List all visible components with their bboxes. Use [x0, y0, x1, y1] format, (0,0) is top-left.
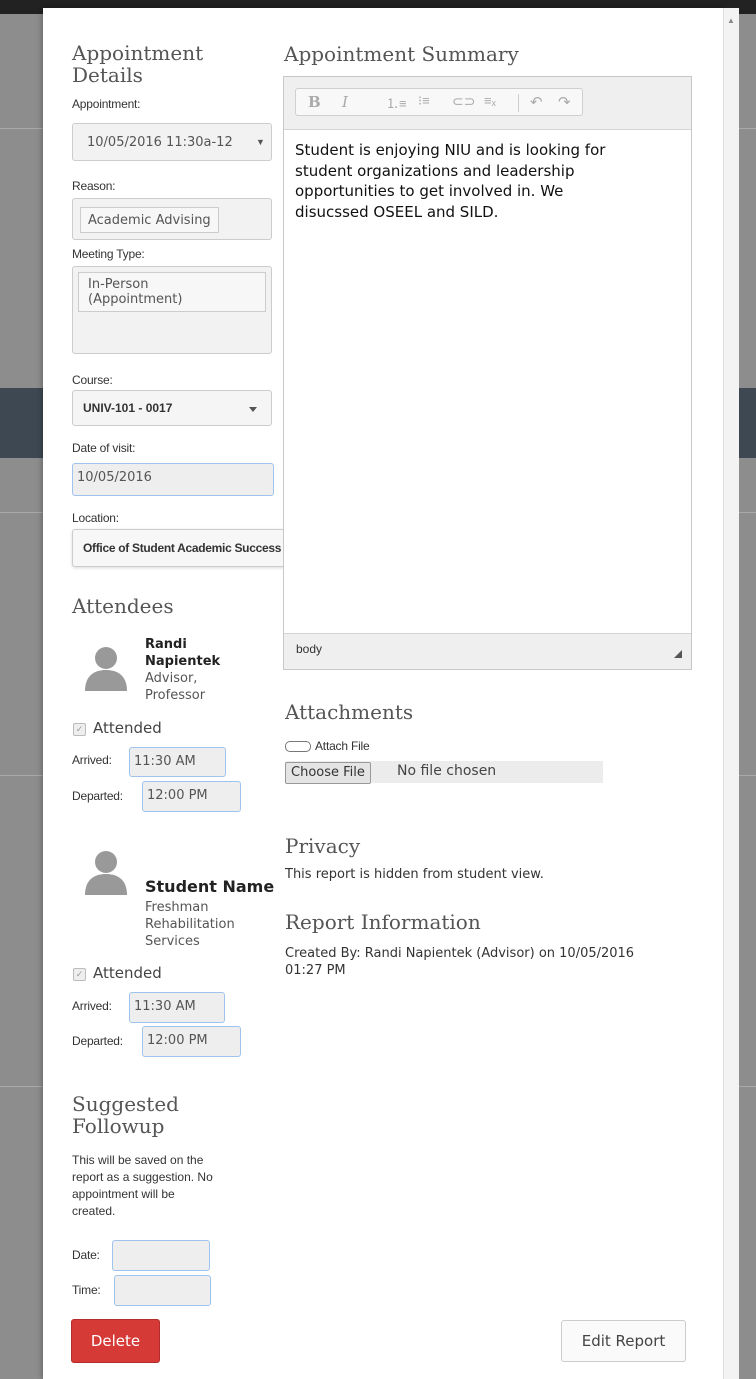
attachments-heading: Attachments [285, 700, 414, 724]
file-input[interactable]: Choose File No file chosen [285, 761, 603, 784]
departed-label: Departed: [72, 789, 123, 803]
delete-button[interactable]: Delete [71, 1319, 160, 1363]
toolbar-separator [518, 94, 519, 112]
privacy-heading: Privacy [285, 834, 361, 858]
departed-input[interactable]: 12:00 PM [142, 1026, 241, 1057]
editor-statusbar: body [284, 633, 691, 669]
chevron-down-icon: ▼ [256, 137, 265, 147]
arrived-input[interactable]: 11:30 AM [129, 992, 225, 1023]
undo-icon[interactable]: ↶ [530, 93, 543, 111]
meeting-type-label: Meeting Type: [72, 247, 145, 261]
privacy-text: This report is hidden from student view. [285, 867, 544, 882]
bold-icon[interactable]: B [308, 93, 321, 111]
arrived-label: Arrived: [72, 753, 112, 767]
arrived-label: Arrived: [72, 999, 112, 1013]
attendees-heading: Attendees [72, 594, 174, 618]
summary-heading: Appointment Summary [284, 42, 519, 66]
appointment-label: Appointment: [72, 97, 141, 111]
resize-handle-icon[interactable] [674, 650, 682, 658]
location-label: Location: [72, 511, 119, 525]
reason-tag: Academic Advising [80, 207, 219, 233]
no-file-text: No file chosen [397, 763, 497, 779]
link-icon[interactable]: ⊂⊃ [452, 93, 475, 110]
edit-report-button[interactable]: Edit Report [561, 1320, 686, 1362]
attended-label: Attended [93, 964, 162, 982]
followup-date-input[interactable] [112, 1240, 210, 1271]
appointment-select-value: 10/05/2016 11:30a-12 [87, 135, 233, 150]
choose-file-button[interactable]: Choose File [285, 762, 371, 784]
editor-toolbar: B I ⒈≡ ⁝≡ ⊂⊃ ≡ₓ ↶ ↷ [284, 77, 691, 130]
followup-time-label: Time: [72, 1283, 101, 1297]
chevron-down-icon [249, 407, 257, 412]
reason-label: Reason: [72, 179, 116, 193]
departed-label: Departed: [72, 1034, 123, 1048]
summary-text[interactable]: Student is enjoying NIU and is looking f… [295, 140, 675, 222]
modal-scrollbar[interactable] [723, 8, 739, 1379]
paperclip-icon [285, 741, 311, 752]
followup-date-label: Date: [72, 1248, 100, 1262]
departed-input[interactable]: 12:00 PM [142, 781, 241, 812]
date-of-visit-input[interactable]: 10/05/2016 [72, 463, 274, 496]
avatar-icon [85, 647, 127, 691]
course-label: Course: [72, 373, 113, 387]
arrived-input[interactable]: 11:30 AM [129, 747, 226, 777]
attach-file-label[interactable]: Attach File [315, 739, 370, 753]
details-heading: Appointment Details [72, 41, 204, 87]
attended-checkbox[interactable]: ✓ [73, 723, 86, 736]
course-select-value: UNIV-101 - 0017 [83, 401, 173, 415]
toolbar-group: B I ⒈≡ ⁝≡ ⊂⊃ ≡ₓ ↶ ↷ [295, 88, 583, 116]
reason-field: Academic Advising [72, 198, 272, 240]
redo-icon[interactable]: ↷ [558, 93, 571, 111]
attendee-advisor: Randi Napientek Advisor, Professor [145, 637, 221, 703]
remove-format-icon[interactable]: ≡ₓ [484, 93, 496, 108]
summary-editor[interactable]: B I ⒈≡ ⁝≡ ⊂⊃ ≡ₓ ↶ ↷ Student is enjoying … [283, 76, 692, 670]
report-info-text: Created By: Randi Napientek (Advisor) on… [285, 946, 635, 978]
scroll-up-icon[interactable]: ▲ [727, 16, 735, 25]
attended-label: Attended [93, 719, 162, 737]
followup-time-input[interactable] [114, 1275, 211, 1306]
attendee-student-name: Student Name [145, 877, 275, 896]
background-page-left [0, 0, 43, 1379]
followup-heading: Suggested Followup [72, 1092, 179, 1138]
meeting-type-tag: In-Person (Appointment) [78, 272, 266, 312]
attended-checkbox[interactable]: ✓ [73, 968, 86, 981]
attendee-student-role: Freshman Rehabilitation Services [145, 900, 235, 949]
course-select[interactable]: UNIV-101 - 0017 [72, 390, 272, 426]
numbered-list-icon[interactable]: ⒈≡ [386, 93, 407, 112]
italic-icon[interactable]: I [342, 93, 348, 111]
date-of-visit-label: Date of visit: [72, 441, 136, 455]
followup-description: This will be saved on the report as a su… [72, 1153, 213, 1218]
report-info-heading: Report Information [285, 910, 481, 934]
bulleted-list-icon[interactable]: ⁝≡ [418, 93, 430, 109]
avatar-icon [85, 851, 127, 895]
element-path: body [296, 642, 323, 656]
meeting-type-field: In-Person (Appointment) [72, 266, 272, 354]
appointment-select[interactable]: 10/05/2016 11:30a-12 ▼ [72, 123, 272, 161]
